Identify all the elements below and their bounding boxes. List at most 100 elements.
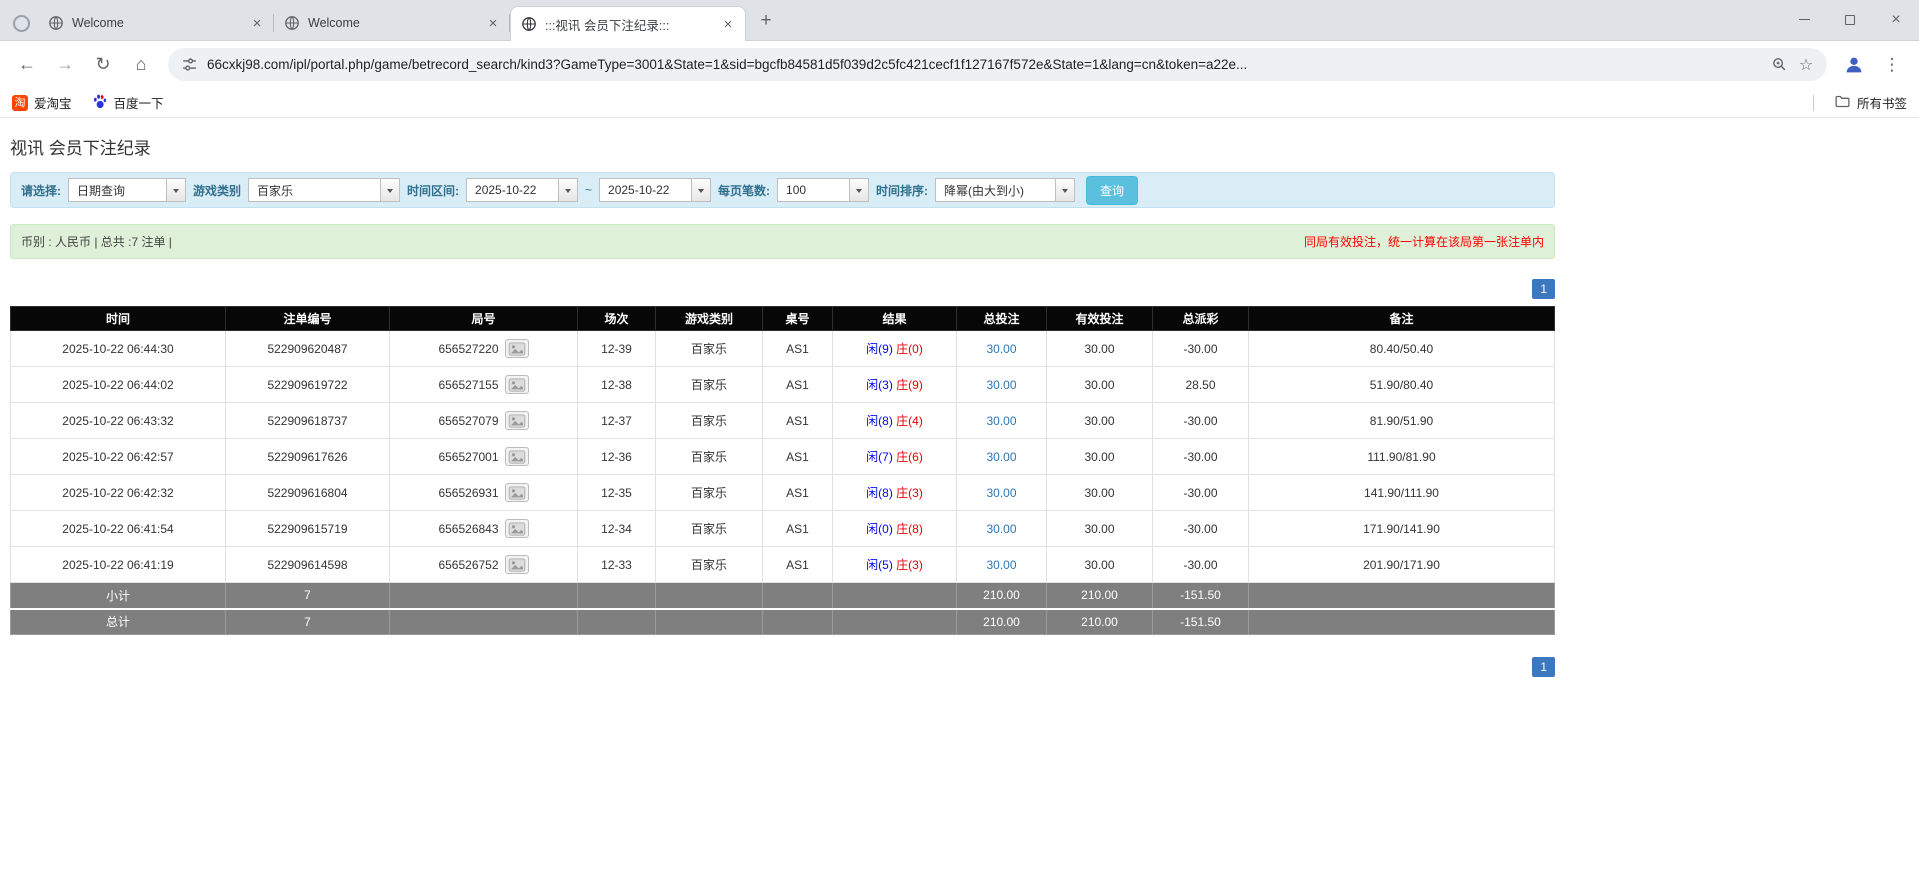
total-label: 总计 xyxy=(10,607,226,635)
round-no-cell: 656527079 xyxy=(389,402,578,439)
total-total-bet: 210.00 xyxy=(956,607,1047,635)
subtotal-label: 小计 xyxy=(10,582,226,609)
result-cell: 闲(5) 庄(3) xyxy=(832,546,957,583)
query-type-select[interactable]: 日期查询 xyxy=(68,178,186,202)
date-from-select[interactable]: 2025-10-22 xyxy=(466,178,579,202)
bookmark-label: 百度一下 xyxy=(113,97,164,111)
home-button[interactable]: ⌂ xyxy=(124,48,158,82)
total-row: 总计 7 210.00 210.00 -151.50 xyxy=(10,607,1555,635)
tab-close-icon[interactable]: × xyxy=(484,14,502,32)
total-bet-link[interactable]: 30.00 xyxy=(986,486,1016,500)
page-1-button[interactable]: 1 xyxy=(1532,279,1555,299)
tab-betrecord-active[interactable]: :::视讯 会员下注纪录::: × xyxy=(510,6,746,41)
reload-button[interactable]: ↻ xyxy=(86,48,120,82)
bookmark-baidu[interactable]: 百度一下 xyxy=(92,93,164,112)
table-no-cell: AS1 xyxy=(762,438,833,475)
globe-icon xyxy=(284,15,300,31)
back-button[interactable]: ← xyxy=(10,48,44,82)
total-bet-link[interactable]: 30.00 xyxy=(986,558,1016,572)
round-result-image-button[interactable] xyxy=(504,519,529,538)
subtotal-count: 7 xyxy=(225,582,390,609)
all-bookmarks-button[interactable]: 所有书签 xyxy=(1834,93,1907,113)
table-row: 2025-10-22 06:44:30 522909620487 6565272… xyxy=(10,330,1555,367)
bookmark-taobao[interactable]: 淘 爱淘宝 xyxy=(12,93,72,112)
round-result-image-button[interactable] xyxy=(504,375,529,394)
note-cell: 171.90/141.90 xyxy=(1248,510,1555,547)
round-no-cell: 656526843 xyxy=(389,510,578,547)
per-page-label: 每页笔数: xyxy=(718,183,771,198)
menu-button[interactable]: ⋮ xyxy=(1875,48,1909,82)
bet-no-cell: 522909617626 xyxy=(225,438,390,475)
round-result-image-button[interactable] xyxy=(504,339,529,358)
new-tab-button[interactable]: + xyxy=(752,7,780,35)
date-from-value: 2025-10-22 xyxy=(475,183,537,197)
table-row: 2025-10-22 06:42:57 522909617626 6565270… xyxy=(10,438,1555,475)
per-page-select[interactable]: 100 xyxy=(777,178,870,202)
bookmark-star-icon[interactable]: ☆ xyxy=(1797,56,1815,74)
round-no-cell: 656526752 xyxy=(389,546,578,583)
chevron-down-icon[interactable] xyxy=(849,179,869,201)
table-row: 2025-10-22 06:43:32 522909618737 6565270… xyxy=(10,402,1555,439)
valid-bet-cell: 30.00 xyxy=(1046,330,1153,367)
result-banker: 庄(9) xyxy=(896,378,923,392)
time-cell: 2025-10-22 06:41:19 xyxy=(10,546,226,583)
total-bet-link[interactable]: 30.00 xyxy=(986,378,1016,392)
image-icon xyxy=(508,377,525,392)
round-result-image-button[interactable] xyxy=(504,411,529,430)
bet-no-cell: 522909615719 xyxy=(225,510,390,547)
tab-strip: Welcome × Welcome × :::视讯 会员下注纪录::: × + … xyxy=(0,0,1919,41)
tab-welcome-1[interactable]: Welcome × xyxy=(38,6,274,40)
address-bar[interactable]: 66cxkj98.com/ipl/portal.php/game/betreco… xyxy=(168,48,1827,81)
round-result-image-button[interactable] xyxy=(504,555,529,574)
total-count: 7 xyxy=(225,607,390,635)
payout-cell: -30.00 xyxy=(1152,474,1249,511)
col-total-bet: 总投注 xyxy=(956,306,1047,331)
time-cell: 2025-10-22 06:44:30 xyxy=(10,330,226,367)
tab-title: Welcome xyxy=(308,16,360,30)
tab-close-icon[interactable]: × xyxy=(248,14,266,32)
chevron-down-icon[interactable] xyxy=(691,179,711,201)
zoom-icon[interactable] xyxy=(1770,56,1788,74)
profile-button[interactable] xyxy=(1837,48,1871,82)
close-button[interactable]: × xyxy=(1873,0,1919,40)
maximize-button[interactable] xyxy=(1827,0,1873,40)
tab-search-icon xyxy=(12,14,30,32)
bookmarks-divider xyxy=(1812,94,1814,111)
minimize-button[interactable] xyxy=(1781,0,1827,40)
minimize-icon xyxy=(1798,19,1810,20)
payout-cell: -30.00 xyxy=(1152,330,1249,367)
chevron-down-icon[interactable] xyxy=(1055,179,1075,201)
result-banker: 庄(0) xyxy=(896,342,923,356)
tab-search-button[interactable] xyxy=(6,6,36,40)
bet-record-table: 时间 注单编号 局号 场次 游戏类别 桌号 结果 总投注 有效投注 总派彩 备注… xyxy=(10,306,1555,635)
round-result-image-button[interactable] xyxy=(504,483,529,502)
maximize-icon xyxy=(1845,14,1855,25)
browser-toolbar: ← → ↻ ⌂ 66cxkj98.com/ipl/portal.php/game… xyxy=(0,41,1919,88)
valid-bet-cell: 30.00 xyxy=(1046,510,1153,547)
site-info-icon[interactable] xyxy=(180,56,198,74)
game-type-cell: 百家乐 xyxy=(655,366,763,403)
result-player: 闲(8) xyxy=(866,486,893,500)
note-cell: 111.90/81.90 xyxy=(1248,438,1555,475)
bookmark-label: 爱淘宝 xyxy=(34,97,72,111)
table-row: 2025-10-22 06:41:54 522909615719 6565268… xyxy=(10,510,1555,547)
sort-order-select[interactable]: 降幂(由大到小) xyxy=(935,178,1076,202)
tab-welcome-2[interactable]: Welcome × xyxy=(274,6,510,40)
page-1-button[interactable]: 1 xyxy=(1532,657,1555,677)
image-icon xyxy=(508,485,525,500)
page: 视讯 会员下注纪录 请选择: 日期查询 游戏类别 百家乐 时间区间: 2025-… xyxy=(0,134,1919,677)
forward-button[interactable]: → xyxy=(48,48,82,82)
chevron-down-icon[interactable] xyxy=(166,179,185,201)
round-result-image-button[interactable] xyxy=(504,447,529,466)
total-bet-link[interactable]: 30.00 xyxy=(986,342,1016,356)
date-to-select[interactable]: 2025-10-22 xyxy=(599,178,712,202)
tab-close-icon[interactable]: × xyxy=(719,15,737,33)
search-button[interactable]: 查询 xyxy=(1086,175,1139,205)
game-type-select[interactable]: 百家乐 xyxy=(248,178,401,202)
chevron-down-icon[interactable] xyxy=(558,179,578,201)
total-bet-link[interactable]: 30.00 xyxy=(986,522,1016,536)
chevron-down-icon[interactable] xyxy=(380,179,400,201)
total-bet-link[interactable]: 30.00 xyxy=(986,450,1016,464)
total-bet-link[interactable]: 30.00 xyxy=(986,414,1016,428)
result-player: 闲(8) xyxy=(866,414,893,428)
